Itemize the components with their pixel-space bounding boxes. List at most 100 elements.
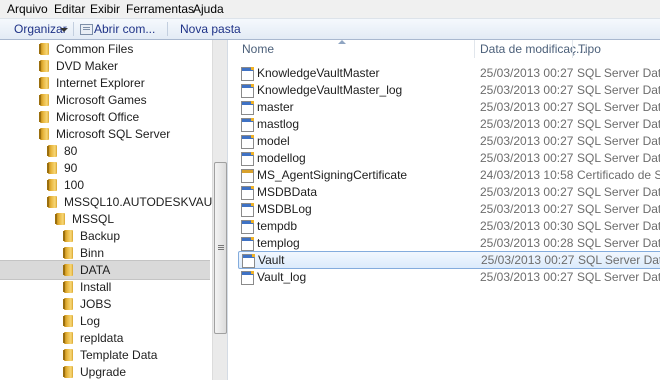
- toolbar-separator: [73, 22, 74, 36]
- tree-label: Backup: [80, 229, 121, 243]
- tree-label: Microsoft Office: [56, 110, 140, 124]
- file-row[interactable]: master 25/03/2013 00:27 SQL Server Data.…: [238, 99, 660, 115]
- folder-icon: [63, 298, 73, 310]
- tree-label: Microsoft Games: [56, 93, 147, 107]
- menu-arquivo[interactable]: Arquivo: [7, 2, 48, 16]
- file-date: 25/03/2013 00:27: [480, 202, 574, 216]
- file-row[interactable]: tempdb 25/03/2013 00:30 SQL Server Data.…: [238, 218, 660, 234]
- file-type: SQL Server Data...: [577, 202, 660, 216]
- tree-label: 80: [64, 144, 78, 158]
- menu-ajuda[interactable]: Ajuda: [193, 2, 224, 16]
- file-name: Vault_log: [257, 270, 307, 284]
- database-file-icon: [241, 135, 254, 149]
- file-date: 25/03/2013 00:27: [480, 185, 574, 199]
- new-folder-button[interactable]: Nova pasta: [180, 22, 241, 36]
- file-name: master: [257, 100, 294, 114]
- file-name: KnowledgeVaultMaster_log: [257, 83, 403, 97]
- navigation-pane: Common Files DVD Maker Internet Explorer…: [0, 40, 212, 380]
- file-date: 25/03/2013 00:27: [480, 83, 574, 97]
- database-file-icon: [241, 118, 254, 132]
- database-file-icon: [241, 220, 254, 234]
- column-separator[interactable]: [474, 40, 475, 58]
- file-name: MSDBLog: [257, 202, 312, 216]
- tree-label: Template Data: [80, 348, 158, 362]
- file-row[interactable]: MSDBData 25/03/2013 00:27 SQL Server Dat…: [238, 184, 660, 200]
- file-row-selected[interactable]: Vault 25/03/2013 00:27 SQL Server Data..…: [238, 251, 660, 269]
- file-row[interactable]: model 25/03/2013 00:27 SQL Server Data..…: [238, 133, 660, 149]
- tree-label: MSSQL10.AUTODESKVAULT: [64, 195, 212, 209]
- folder-icon: [39, 77, 49, 89]
- file-name: MSDBData: [257, 185, 318, 199]
- file-type: SQL Server Data...: [577, 270, 660, 284]
- menu-editar[interactable]: Editar: [54, 2, 85, 16]
- database-file-icon: [241, 237, 254, 251]
- folder-icon: [39, 60, 49, 72]
- tree-label: Install: [80, 280, 112, 294]
- file-type: SQL Server Data...: [577, 83, 660, 97]
- tree-label: JOBS: [80, 297, 112, 311]
- menu-ferramentas[interactable]: Ferramentas: [126, 2, 194, 16]
- open-with-button[interactable]: Abrir com...: [94, 22, 155, 36]
- tree-label: Microsoft SQL Server: [56, 127, 171, 141]
- column-header-date[interactable]: Data de modificaç...: [480, 40, 586, 58]
- file-date: 25/03/2013 00:27: [480, 134, 574, 148]
- folder-icon: [39, 111, 49, 123]
- scrollbar-thumb[interactable]: [214, 162, 227, 334]
- tree-label: DVD Maker: [56, 59, 119, 73]
- file-type: SQL Server Data...: [577, 117, 660, 131]
- menu-bar: Arquivo Editar Exibir Ferramentas Ajuda: [0, 0, 660, 19]
- chevron-down-icon[interactable]: [60, 28, 68, 32]
- tree-label: 90: [64, 161, 78, 175]
- tree-label: 100: [64, 178, 85, 192]
- file-name: MS_AgentSigningCertificate: [257, 168, 408, 182]
- database-file-icon: [241, 186, 254, 200]
- file-name: tempdb: [257, 219, 298, 233]
- tree-label: Common Files: [56, 42, 134, 56]
- tree-label: Upgrade: [80, 365, 127, 379]
- tree-label: Internet Explorer: [56, 76, 145, 90]
- menu-exibir[interactable]: Exibir: [90, 2, 120, 16]
- file-name: model: [257, 134, 290, 148]
- file-row[interactable]: MS_AgentSigningCertificate 24/03/2013 10…: [238, 167, 660, 183]
- file-date: 25/03/2013 00:27: [480, 66, 574, 80]
- organize-button[interactable]: Organizar: [14, 22, 67, 36]
- database-file-icon: [241, 84, 254, 98]
- file-date: 25/03/2013 00:27: [481, 253, 575, 267]
- file-date: 25/03/2013 00:27: [480, 270, 574, 284]
- folder-icon: [63, 349, 73, 361]
- folder-icon: [63, 332, 73, 344]
- file-date: 25/03/2013 00:27: [480, 117, 574, 131]
- open-with-icon[interactable]: [80, 24, 93, 35]
- file-date: 25/03/2013 00:30: [480, 219, 574, 233]
- file-row[interactable]: KnowledgeVaultMaster_log 25/03/2013 00:2…: [238, 82, 660, 98]
- folder-icon: [63, 264, 73, 276]
- file-row[interactable]: modellog 25/03/2013 00:27 SQL Server Dat…: [238, 150, 660, 166]
- folder-icon: [47, 196, 57, 208]
- certificate-file-icon: [241, 169, 254, 183]
- column-header-name[interactable]: Nome: [242, 40, 274, 58]
- column-header-type[interactable]: Tipo: [578, 40, 601, 58]
- file-row[interactable]: Vault_log 25/03/2013 00:27 SQL Server Da…: [238, 269, 660, 285]
- file-type: SQL Server Data...: [577, 100, 660, 114]
- file-row[interactable]: mastlog 25/03/2013 00:27 SQL Server Data…: [238, 116, 660, 132]
- folder-icon: [39, 94, 49, 106]
- folder-icon: [63, 315, 73, 327]
- column-separator[interactable]: [572, 40, 573, 58]
- folder-icon: [55, 213, 65, 225]
- toolbar-separator: [167, 22, 168, 36]
- nav-scrollbar[interactable]: [212, 40, 227, 380]
- tree-label: repldata: [80, 331, 124, 345]
- file-name: mastlog: [257, 117, 300, 131]
- folder-icon: [39, 43, 49, 55]
- file-type: SQL Server Data...: [577, 236, 660, 250]
- tree-label: MSSQL: [72, 212, 115, 226]
- file-type: SQL Server Data...: [578, 253, 660, 267]
- grip-icon: [218, 245, 224, 246]
- folder-icon: [47, 162, 57, 174]
- file-row[interactable]: MSDBLog 25/03/2013 00:27 SQL Server Data…: [238, 201, 660, 217]
- folder-icon: [63, 230, 73, 242]
- file-type: SQL Server Data...: [577, 134, 660, 148]
- file-type: SQL Server Data...: [577, 219, 660, 233]
- file-row[interactable]: templog 25/03/2013 00:28 SQL Server Data…: [238, 235, 660, 251]
- file-row[interactable]: KnowledgeVaultMaster 25/03/2013 00:27 SQ…: [238, 65, 660, 81]
